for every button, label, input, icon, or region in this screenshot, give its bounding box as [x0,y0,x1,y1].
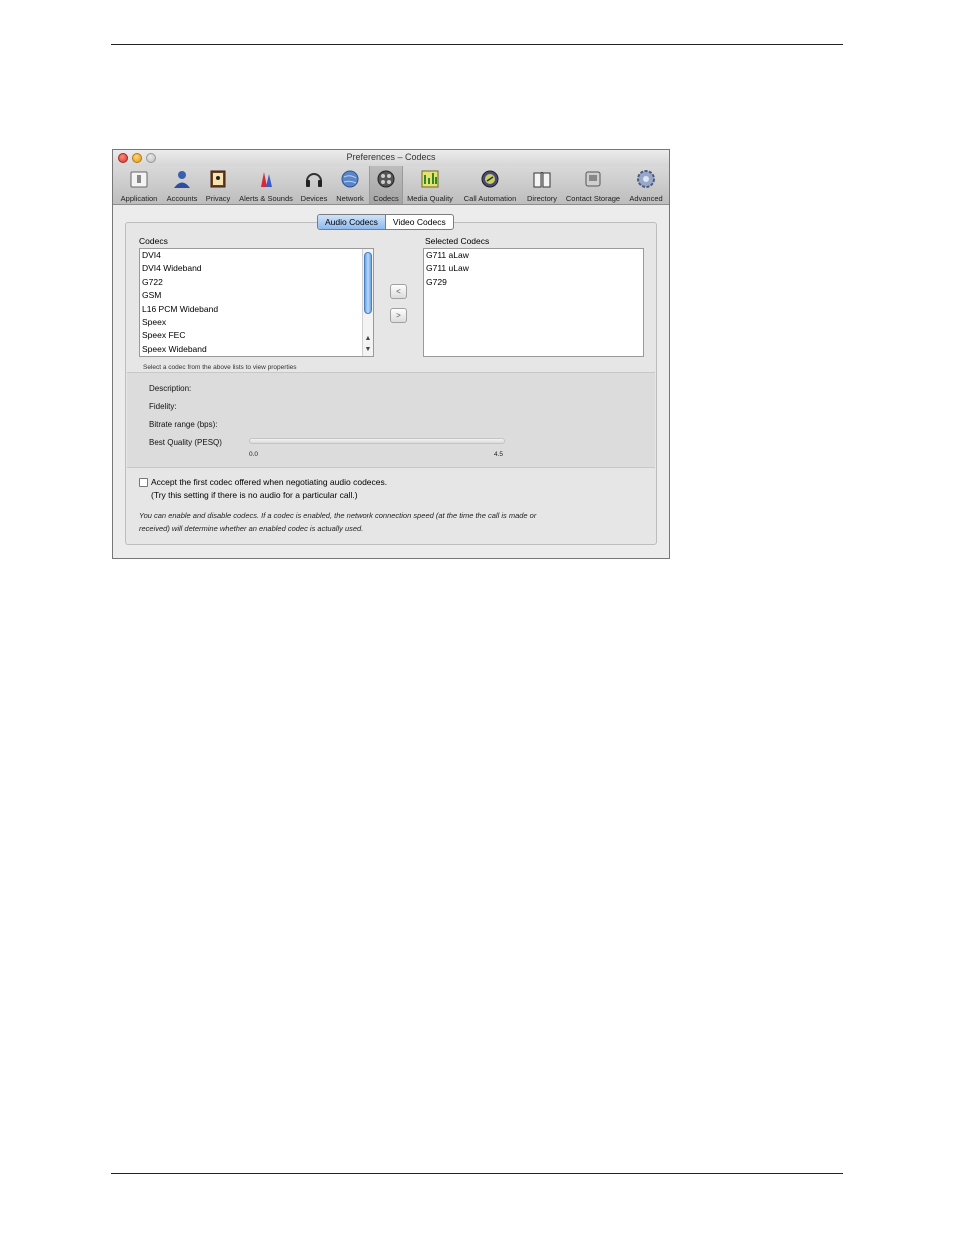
tab-video-codecs[interactable]: Video Codecs [386,215,453,229]
codecs-film-icon [377,170,395,188]
scroll-down-arrow-icon[interactable]: ▼ [363,345,373,355]
list-item[interactable]: GSM [140,289,373,302]
remove-codec-button[interactable]: < [390,284,407,299]
scrollbar-thumb[interactable] [364,252,372,314]
selected-codecs-list[interactable]: G711 aLaw G711 uLaw G729 [423,248,644,357]
gear-icon [637,170,655,188]
quality-bar [249,438,505,444]
list-item[interactable]: DVI4 Wideband [140,262,373,275]
page-bottom-rule [111,1173,843,1174]
list-item[interactable]: Speex Wideband [140,343,373,356]
properties-hint: Select a codec from the above lists to v… [143,364,297,371]
list-item[interactable]: DVI4 [140,249,373,262]
list-item[interactable]: Speex [140,316,373,329]
selected-codecs-label: Selected Codecs [425,236,490,246]
accounts-icon [174,171,190,188]
quality-label: Best Quality (PESQ) [149,438,222,447]
list-item[interactable]: L16 PCM Wideband [140,303,373,316]
codec-type-segmented-control: Audio Codecs Video Codecs [317,214,454,230]
footer-note-line1: You can enable and disable codecs. If a … [139,511,537,520]
fidelity-label: Fidelity: [149,402,177,411]
bitrate-label: Bitrate range (bps): [149,420,218,429]
toolbar-contact-storage[interactable]: Contact Storage [561,166,625,204]
application-icon [130,171,148,188]
page-top-rule [111,44,843,45]
media-quality-icon [421,170,439,188]
scroll-up-arrow-icon[interactable]: ▲ [363,334,373,344]
preferences-toolbar: Application Accounts Privacy Alerts & So… [113,166,669,205]
list-item[interactable]: Speex FEC [140,329,373,342]
quality-max-label: 4.5 [494,451,504,458]
network-globe-icon [341,170,359,188]
toolbar-alerts-sounds[interactable]: Alerts & Sounds [235,166,297,204]
footer-note-line2: received) will determine whether an enab… [139,524,364,533]
window-title: Preferences – Codecs [346,152,436,162]
tab-audio-codecs[interactable]: Audio Codecs [318,215,386,229]
toolbar-media-quality[interactable]: Media Quality [403,166,457,204]
available-codecs-list[interactable]: DVI4 DVI4 Wideband G722 GSM L16 PCM Wide… [139,248,374,357]
list-item[interactable]: G711 aLaw [424,249,643,262]
codecs-list-scrollbar[interactable]: ▲ ▼ [362,249,373,356]
accept-first-codec-checkbox[interactable] [139,478,148,487]
description-label: Description: [149,384,192,393]
list-item[interactable]: G711 uLaw [424,262,643,275]
list-item[interactable]: G722 [140,276,373,289]
list-item[interactable]: G729 [424,276,643,289]
directory-book-icon [533,172,551,188]
toolbar-application[interactable]: Application [115,166,163,204]
accept-first-codec-sublabel: (Try this setting if there is no audio f… [151,490,358,500]
toolbar-advanced[interactable]: Advanced [625,166,667,204]
accept-first-codec-label[interactable]: Accept the first codec offered when nego… [151,477,387,487]
preferences-window: Preferences – Codecs Application Account… [112,149,670,559]
codecs-label: Codecs [139,236,168,246]
contact-storage-icon [585,171,601,187]
privacy-icon [210,170,226,188]
quality-min-label: 0.0 [249,451,259,458]
add-codec-button[interactable]: > [390,308,407,323]
headset-icon [306,173,322,187]
alerts-sounds-icon [261,172,272,187]
call-automation-icon [481,170,499,188]
title-bar[interactable]: Preferences – Codecs [113,150,669,166]
toolbar-call-automation[interactable]: Call Automation [457,166,523,204]
